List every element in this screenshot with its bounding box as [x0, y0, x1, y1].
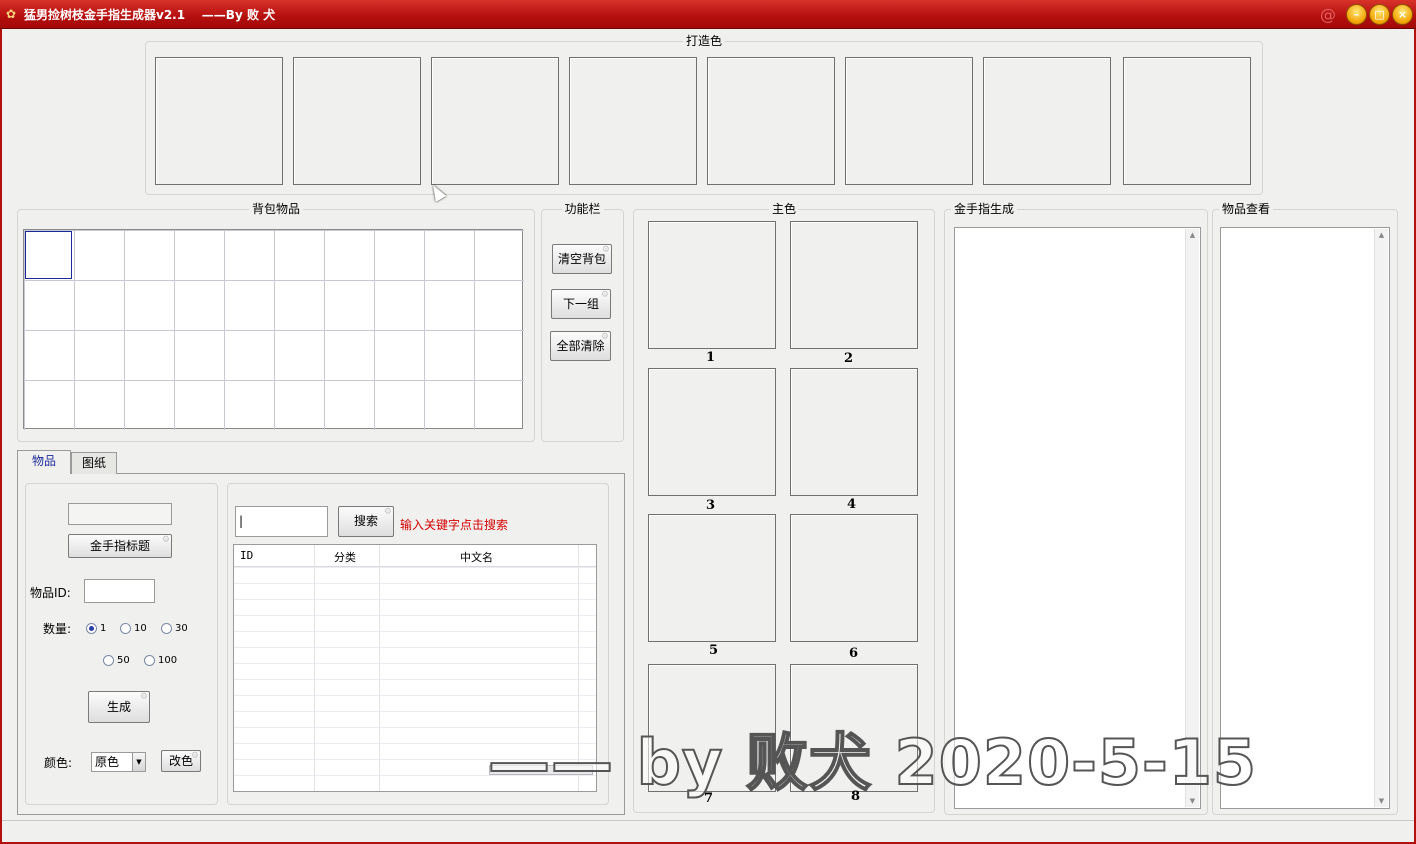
forge-color-slot-4[interactable]	[569, 57, 697, 185]
tab-items[interactable]: 物品	[17, 450, 71, 474]
main-color-title: 主色	[768, 202, 800, 216]
forge-color-slot-2[interactable]	[293, 57, 421, 185]
cheat-output-scrollbar[interactable]: ▲ ▼	[1185, 229, 1199, 807]
item-list-header: ID 分类 中文名	[234, 545, 596, 567]
search-label: 搜索	[353, 514, 378, 528]
forge-color-slot-3[interactable]	[431, 57, 559, 185]
column-divider	[379, 545, 380, 791]
gear-icon: ⚙	[161, 535, 170, 545]
item-id-label: 物品ID:	[30, 586, 71, 600]
main-color-slot-6[interactable]	[790, 514, 918, 642]
radio-dot	[120, 623, 131, 634]
main-color-label-3: 3	[706, 498, 716, 513]
quantity-label: 数量:	[43, 622, 72, 636]
color-label: 颜色:	[44, 756, 73, 770]
scroll-up-icon[interactable]: ▲	[1375, 229, 1388, 241]
search-hint: 输入关键字点击搜索	[400, 518, 509, 532]
forge-color-slot-1[interactable]	[155, 57, 283, 185]
main-color-slot-4[interactable]	[790, 368, 918, 496]
gear-icon: ⚙	[601, 245, 610, 255]
recolor-button[interactable]: 改色 ⚙	[161, 750, 201, 772]
title-bar: ✿ 猛男捡树枝金手指生成器v2.1 ——By 败 犬 @ – □ ×	[0, 0, 1416, 29]
column-name[interactable]: 中文名	[460, 549, 493, 565]
minimize-button[interactable]: –	[1346, 4, 1367, 25]
recolor-label: 改色	[168, 754, 193, 768]
quantity-option-1: 1	[100, 623, 107, 634]
status-bar	[2, 820, 1414, 842]
clear-backpack-button[interactable]: 清空背包 ⚙	[552, 244, 612, 274]
function-bar-title: 功能栏	[561, 202, 604, 216]
cheat-output-textarea[interactable]: ▲ ▼	[954, 227, 1201, 809]
app-icon: ✿	[6, 7, 17, 21]
next-group-button[interactable]: 下一组 ⚙	[551, 289, 611, 319]
radio-dot	[161, 623, 172, 634]
column-divider	[314, 545, 315, 791]
quantity-option-100: 100	[158, 655, 178, 666]
watermark: —— by 败犬 2020-5-15	[487, 725, 1257, 800]
item-view-textarea[interactable]: ▲ ▼	[1220, 227, 1390, 809]
radio-dot	[144, 655, 155, 666]
color-select[interactable]: 原色 ▼	[91, 752, 146, 772]
quantity-option-10: 10	[134, 623, 147, 634]
generate-label: 生成	[106, 700, 131, 714]
column-id[interactable]: ID	[240, 549, 253, 562]
cheat-title-button[interactable]: 金手指标题 ⚙	[68, 534, 172, 558]
item-view-title: 物品查看	[1219, 202, 1274, 216]
main-color-slot-3[interactable]	[648, 368, 776, 496]
gear-icon: ⚙	[139, 692, 148, 702]
main-color-label-2: 2	[844, 351, 854, 366]
backpack-title: 背包物品	[248, 202, 304, 216]
color-select-value: 原色	[95, 755, 120, 769]
radio-dot	[103, 655, 114, 666]
main-color-slot-2[interactable]	[790, 221, 918, 349]
column-category[interactable]: 分类	[334, 549, 356, 565]
forge-color-slot-8[interactable]	[1123, 57, 1251, 185]
main-color-label-6: 6	[849, 646, 859, 661]
main-color-label-1: 1	[706, 350, 716, 365]
generate-button[interactable]: 生成 ⚙	[88, 691, 150, 723]
quantity-option-50: 50	[117, 655, 130, 666]
quantity-radio-1[interactable]: 1	[86, 623, 106, 634]
clear-backpack-label: 清空背包	[557, 252, 606, 266]
gear-icon: ⚙	[383, 507, 392, 517]
scroll-up-icon[interactable]: ▲	[1186, 229, 1199, 241]
close-button[interactable]: ×	[1392, 4, 1413, 25]
maximize-button[interactable]: □	[1369, 4, 1390, 25]
window-title: 猛男捡树枝金手指生成器v2.1 ——By 败 犬	[24, 8, 276, 22]
forge-color-slot-5[interactable]	[707, 57, 835, 185]
gear-icon: ⚙	[190, 751, 199, 761]
main-color-slot-1[interactable]	[648, 221, 776, 349]
item-view-scrollbar[interactable]: ▲ ▼	[1374, 229, 1388, 807]
scroll-down-icon[interactable]: ▼	[1375, 795, 1388, 807]
search-button[interactable]: 搜索 ⚙	[338, 506, 394, 537]
quantity-radio-100[interactable]: 100	[144, 655, 177, 666]
item-id-input[interactable]	[84, 579, 155, 603]
gear-icon: ⚙	[600, 332, 609, 342]
forge-color-slot-6[interactable]	[845, 57, 973, 185]
radio-dot	[86, 623, 97, 634]
backpack-selected-cell[interactable]	[25, 231, 72, 279]
search-input[interactable]: |	[235, 506, 328, 537]
quantity-radio-30[interactable]: 30	[161, 623, 188, 634]
tab-blueprints[interactable]: 图纸	[71, 452, 117, 474]
next-group-label: 下一组	[562, 297, 599, 311]
forge-color-title: 打造色	[682, 34, 726, 48]
cheat-title-input[interactable]	[68, 503, 172, 525]
main-color-label-5: 5	[709, 643, 719, 658]
clear-all-label: 全部清除	[556, 339, 605, 353]
gear-icon: ⚙	[600, 290, 609, 300]
quantity-radio-10[interactable]: 10	[120, 623, 147, 634]
main-color-label-4: 4	[847, 497, 857, 512]
backpack-grid-lines	[24, 230, 524, 430]
clear-all-button[interactable]: 全部清除 ⚙	[550, 331, 611, 361]
cheat-title-label: 金手指标题	[89, 539, 150, 553]
forge-color-slot-7[interactable]	[983, 57, 1111, 185]
quantity-option-30: 30	[175, 623, 188, 634]
cheat-gen-title: 金手指生成	[951, 202, 1018, 216]
quantity-radio-50[interactable]: 50	[103, 655, 130, 666]
chevron-down-icon[interactable]: ▼	[132, 753, 145, 771]
backpack-grid[interactable]	[23, 229, 524, 430]
main-color-slot-5[interactable]	[648, 514, 776, 642]
theme-swirl-icon: @	[1320, 5, 1336, 24]
